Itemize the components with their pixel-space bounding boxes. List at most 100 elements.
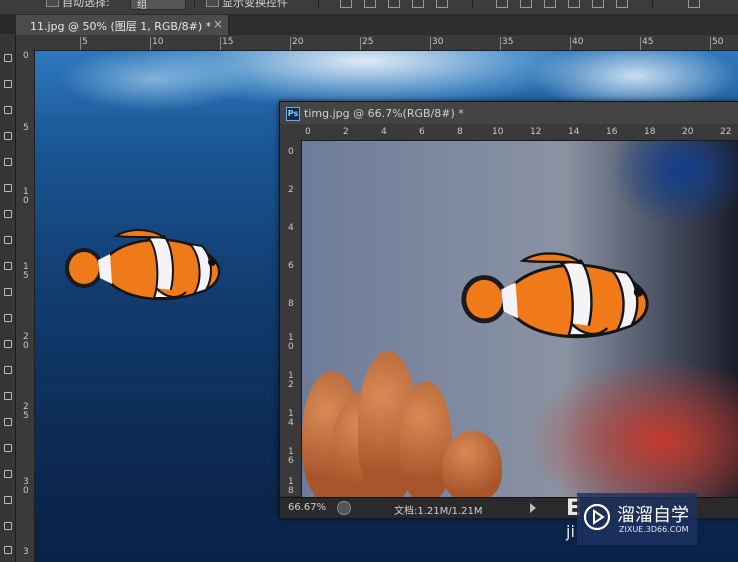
document-info: 文档:1.21M/1.21M — [394, 506, 483, 517]
photoshop-icon: Ps — [286, 107, 300, 121]
align-vcenter-icon[interactable] — [364, 0, 376, 8]
distribute-right-icon[interactable] — [616, 0, 628, 8]
watermark: 溜溜自学 ZIXUE.3D66.COM — [577, 493, 697, 545]
horizontal-ruler: 5 10 15 20 25 30 35 40 45 50 — [35, 35, 738, 51]
zoom-level[interactable]: 66.67% — [288, 502, 326, 513]
marquee-tool-icon[interactable] — [2, 78, 13, 89]
ruler-label: 3 — [23, 547, 29, 557]
ruler-label: 2 — [343, 127, 349, 137]
ruler-tick — [710, 37, 711, 50]
ruler-label: 4 — [381, 127, 387, 137]
auto-select-checkbox[interactable] — [46, 0, 59, 7]
distribute-vcenter-icon[interactable] — [520, 0, 532, 8]
align-bottom-icon[interactable] — [388, 0, 400, 8]
ruler-label: 18 — [644, 127, 656, 137]
ruler-label: 15 — [222, 37, 234, 47]
shape-tool-icon[interactable] — [2, 494, 13, 505]
auto-select-label: 自动选择: — [62, 0, 110, 9]
eraser-tool-icon[interactable] — [2, 312, 13, 323]
auto-align-icon[interactable] — [688, 0, 700, 8]
ruler-label: 5 — [82, 37, 88, 47]
ruler-label: 16 — [606, 127, 618, 137]
ruler-label: 1 2 — [288, 371, 294, 390]
ruler-label: 10 — [492, 127, 504, 137]
auto-select-dropdown[interactable]: 组 — [130, 0, 186, 11]
document-tab-title: 11.jpg @ 50% (图层 1, RGB/8#) * — [30, 20, 212, 33]
ruler-label: 8 — [288, 299, 294, 309]
ruler-tick — [290, 37, 291, 50]
ruler-tick — [640, 37, 641, 50]
brush-tool-icon[interactable] — [2, 234, 13, 245]
document-tab-bar: 11.jpg @ 50% (图层 1, RGB/8#) * × — [16, 15, 738, 35]
align-top-icon[interactable] — [340, 0, 352, 8]
ruler-label: 6 — [288, 261, 294, 271]
watermark-brand: 溜溜自学 — [617, 505, 689, 526]
ruler-tick — [360, 37, 361, 50]
close-tab-icon[interactable]: × — [213, 17, 223, 31]
zoom-tool-icon[interactable] — [2, 544, 13, 555]
ruler-label: 2 5 — [23, 402, 29, 421]
distribute-left-icon[interactable] — [568, 0, 580, 8]
ruler-label: 3 0 — [23, 477, 29, 496]
ruler-label: 4 — [288, 223, 294, 233]
ruler-label: 0 — [288, 147, 294, 157]
ruler-label: 35 — [502, 37, 514, 47]
zoom-icon[interactable] — [337, 501, 351, 515]
move-tool-icon[interactable] — [2, 52, 13, 63]
distribute-bottom-icon[interactable] — [544, 0, 556, 8]
ruler-label: 10 — [152, 37, 164, 47]
auto-select-value: 组 — [137, 0, 147, 11]
lasso-tool-icon[interactable] — [2, 104, 13, 115]
path-select-tool-icon[interactable] — [2, 468, 13, 479]
status-menu-arrow-icon[interactable] — [530, 503, 536, 513]
ruler-tick — [570, 37, 571, 50]
ruler-label: 50 — [712, 37, 724, 47]
ruler-tick — [500, 37, 501, 50]
play-logo-icon — [583, 503, 611, 531]
clownfish-layer[interactable] — [60, 228, 232, 306]
ruler-label: 0 — [23, 51, 29, 61]
align-hcenter-icon[interactable] — [436, 0, 448, 8]
ruler-label: 20 — [292, 37, 304, 47]
distribute-top-icon[interactable] — [496, 0, 508, 8]
ruler-label: 1 0 — [23, 187, 29, 206]
ruler-tick — [80, 37, 81, 50]
ruler-tick — [220, 37, 221, 50]
window-title-bar[interactable]: Ps timg.jpg @ 66.7%(RGB/8#) * — [280, 102, 738, 124]
quick-select-tool-icon[interactable] — [2, 130, 13, 141]
hand-tool-icon[interactable] — [2, 520, 13, 531]
separator — [652, 0, 653, 8]
pen-tool-icon[interactable] — [2, 416, 13, 427]
separator — [194, 0, 195, 8]
ruler-label: 2 0 — [23, 332, 29, 351]
window-title: timg.jpg @ 66.7%(RGB/8#) * — [304, 107, 464, 120]
ruler-label: 6 — [419, 127, 425, 137]
type-tool-icon[interactable] — [2, 442, 13, 453]
gradient-tool-icon[interactable] — [2, 338, 13, 349]
healing-brush-tool-icon[interactable] — [2, 208, 13, 219]
clownfish-photo — [461, 252, 649, 339]
ruler-label: 25 — [362, 37, 374, 47]
ruler-label: 45 — [642, 37, 654, 47]
dodge-tool-icon[interactable] — [2, 390, 13, 401]
separator — [318, 0, 319, 8]
distribute-hcenter-icon[interactable] — [592, 0, 604, 8]
ruler-label: 1 8 — [288, 477, 294, 496]
vertical-ruler: 0 2 4 6 8 1 0 1 2 1 4 1 6 1 8 — [280, 140, 302, 496]
ruler-label: 1 6 — [288, 447, 294, 466]
ruler-label: 30 — [432, 37, 444, 47]
vertical-ruler: 0 5 1 0 1 5 2 0 2 5 3 0 3 — [16, 50, 35, 562]
document-tab[interactable]: 11.jpg @ 50% (图层 1, RGB/8#) * × — [16, 15, 229, 35]
clone-stamp-tool-icon[interactable] — [2, 260, 13, 271]
ruler-tick — [150, 37, 151, 50]
history-brush-tool-icon[interactable] — [2, 286, 13, 297]
floating-document-window[interactable]: Ps timg.jpg @ 66.7%(RGB/8#) * 0 2 4 6 8 … — [279, 101, 738, 518]
document-image[interactable] — [302, 141, 738, 497]
crop-tool-icon[interactable] — [2, 156, 13, 167]
show-transform-label: 显示变换控件 — [222, 0, 288, 9]
horizontal-ruler: 0 2 4 6 8 10 12 14 16 18 20 22 — [301, 124, 738, 141]
blur-tool-icon[interactable] — [2, 364, 13, 375]
show-transform-checkbox[interactable] — [206, 0, 219, 7]
align-left-icon[interactable] — [412, 0, 424, 8]
eyedropper-tool-icon[interactable] — [2, 182, 13, 193]
